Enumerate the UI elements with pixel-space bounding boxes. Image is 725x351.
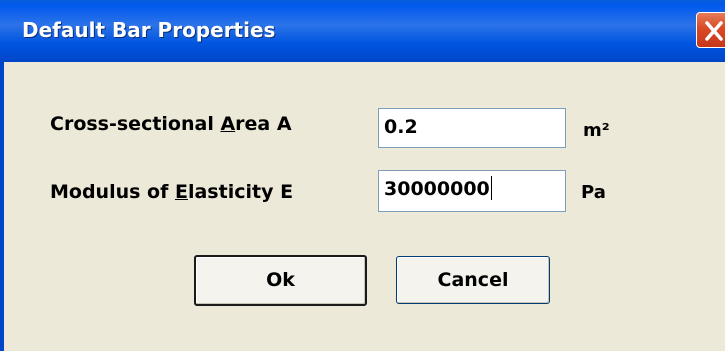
modulus-label-pre: Modulus of [50,181,175,203]
close-button[interactable] [696,12,725,48]
modulus-input[interactable]: 30000000 [378,170,566,212]
area-label: Cross-sectional Area A [50,113,292,135]
area-unit: m² [583,120,610,141]
modulus-label: Modulus of Elasticity E [50,181,293,203]
close-icon [705,21,723,41]
dialog-window: Default Bar Properties Cross-sectional A… [0,0,725,351]
window-frame [0,62,4,351]
ok-button[interactable]: Ok [194,255,367,306]
area-label-post: rea A [235,113,292,135]
area-label-pre: Cross-sectional [50,113,221,135]
modulus-label-mnemonic: E [174,181,188,203]
window-title: Default Bar Properties [22,18,276,42]
area-value: 0.2 [384,116,418,138]
modulus-label-post: lasticity E [187,181,294,203]
area-label-mnemonic: A [220,113,236,135]
text-caret [490,175,492,200]
dialog-body [0,62,725,351]
area-input[interactable]: 0.2 [378,108,566,148]
cancel-button[interactable]: Cancel [396,256,550,304]
modulus-unit: Pa [581,182,606,203]
title-bar[interactable]: Default Bar Properties [0,0,725,62]
modulus-value: 30000000 [384,178,490,200]
